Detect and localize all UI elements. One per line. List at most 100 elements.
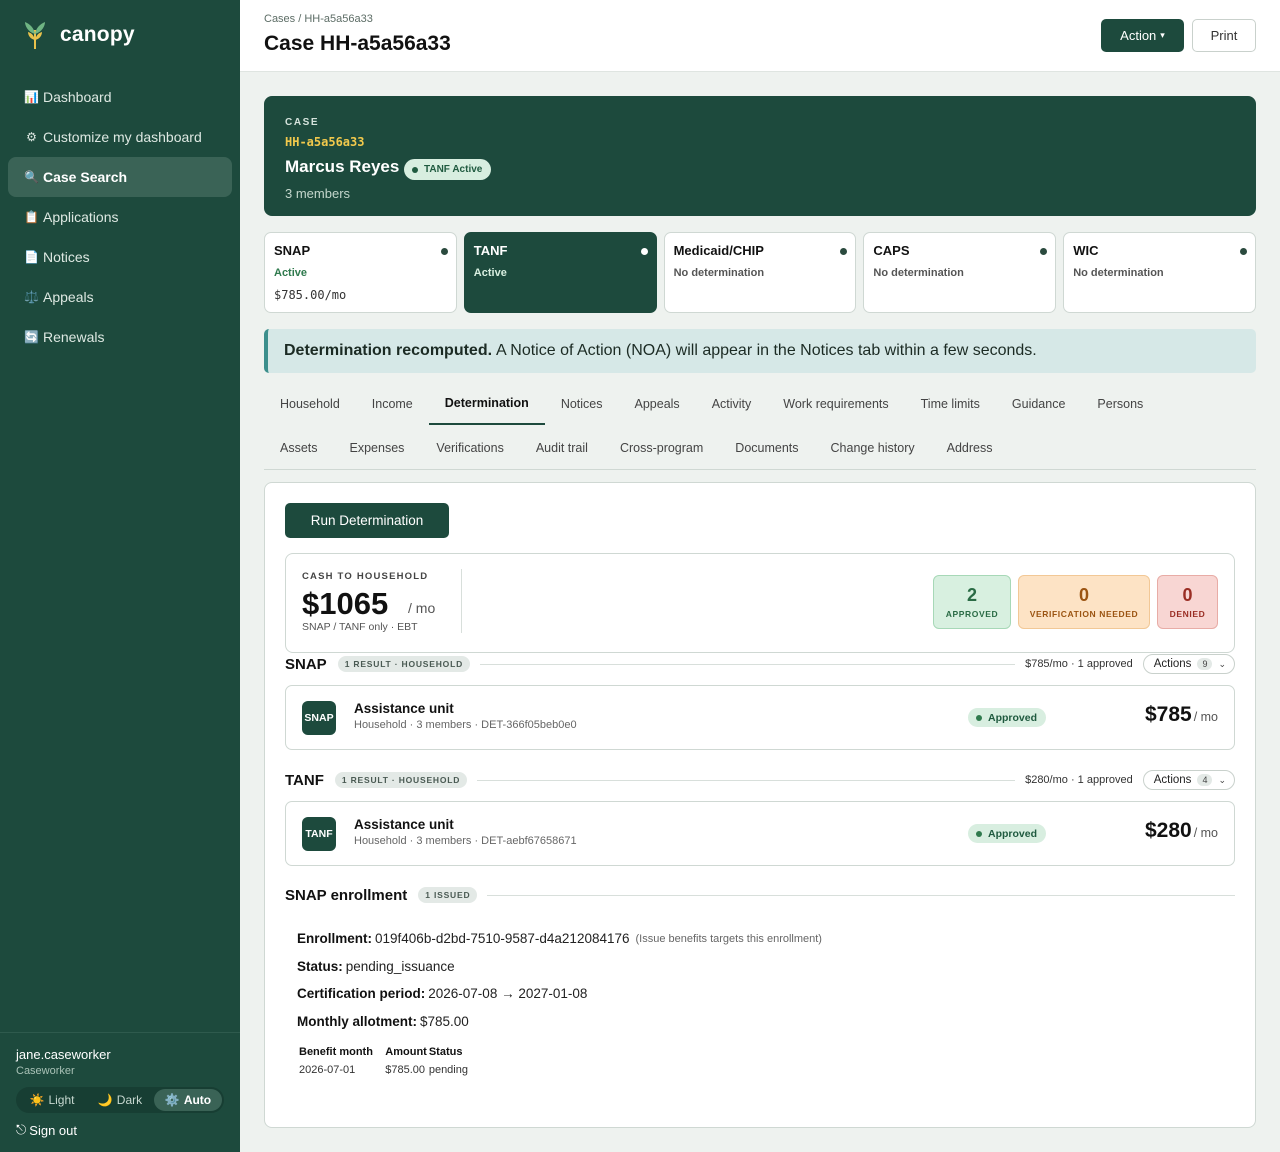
unit-amount-value: $785 (1144, 703, 1192, 726)
status-dot-icon (412, 166, 418, 173)
approved-stat: 2 APPROVED (933, 575, 1011, 629)
run-determination-button[interactable]: Run Determination (285, 503, 449, 538)
tab-documents[interactable]: Documents (719, 426, 814, 469)
table-header-row: Benefit month Amount Status (299, 1043, 470, 1061)
sidebar-item-renewals[interactable]: 🔄 Renewals (8, 317, 232, 357)
enrollment-hint: (Issue benefits targets this enrollment) (635, 932, 822, 945)
theme-light-button[interactable]: ☀️ Light (18, 1089, 86, 1111)
denied-stat: 0 DENIED (1157, 575, 1218, 629)
tab-work-requirements[interactable]: Work requirements (767, 382, 904, 425)
snap-assistance-unit[interactable]: SNAP Assistance unit Household · 3 membe… (285, 685, 1235, 750)
sidebar-item-applications[interactable]: 📋 Applications (8, 197, 232, 237)
certification-label: Certification period: (297, 986, 426, 1002)
section-title: SNAP enrollment (285, 886, 408, 904)
status-label: Status: (297, 958, 343, 974)
sign-out-label: Sign out (29, 1122, 77, 1138)
program-card-wic[interactable]: WIC No determination (1063, 232, 1256, 313)
search-icon: 🔍 (24, 170, 39, 184)
tanf-section-header: TANF 1 RESULT · HOUSEHOLD $280/mo · 1 ap… (285, 768, 1235, 792)
section-summary: $280/mo · 1 approved (1025, 774, 1133, 786)
tab-cross-program[interactable]: Cross-program (604, 426, 719, 469)
page-header: Cases / HH-a5a56a33 Case HH-a5a56a33 Act… (240, 0, 1280, 72)
summary-unit: / mo (408, 600, 436, 616)
sign-out-icon: ⎋ (16, 1122, 27, 1137)
sidebar-item-label: Customize my dashboard (43, 129, 202, 145)
scales-icon: ⚖️ (24, 290, 39, 304)
unit-title: Assistance unit (354, 701, 454, 716)
summary-label: CASH TO HOUSEHOLD (302, 571, 429, 582)
tab-verifications[interactable]: Verifications (420, 426, 519, 469)
tanf-actions-button[interactable]: Actions 4 ⌄ (1142, 770, 1235, 790)
tab-time-limits[interactable]: Time limits (905, 382, 996, 425)
tab-household[interactable]: Household (264, 382, 356, 425)
unit-subtitle: Household · 3 members · DET-366f05beb0e0 (354, 719, 577, 731)
sidebar-item-notices[interactable]: 📄 Notices (8, 237, 232, 277)
user-name: jane.caseworker (16, 1047, 111, 1062)
program-card-medicaid-chip[interactable]: Medicaid/CHIP No determination (663, 232, 857, 313)
tab-income[interactable]: Income (356, 382, 429, 425)
section-chip: 1 RESULT · HOUSEHOLD (337, 656, 471, 672)
approved-badge-label: Approved (988, 711, 1038, 724)
tab-expenses[interactable]: Expenses (334, 426, 421, 469)
sidebar-item-dashboard[interactable]: 📊 Dashboard (8, 77, 232, 117)
tab-audit-trail[interactable]: Audit trail (520, 426, 604, 469)
program-status: No determination (873, 267, 964, 279)
tab-change-history[interactable]: Change history (815, 426, 931, 469)
tab-persons[interactable]: Persons (1081, 382, 1159, 425)
action-menu-button[interactable]: Action ▾ (1101, 19, 1184, 52)
enrollment-id: 019f406b-d2bd-7510-9587-d4a212084176 (375, 931, 630, 947)
program-card-snap[interactable]: SNAP Active $785.00/mo (264, 232, 457, 313)
breadcrumb[interactable]: Cases / HH-a5a56a33 (264, 13, 373, 25)
benefit-table: Benefit month Amount Status 2026-07-01 $… (299, 1043, 470, 1079)
brand-name: canopy (60, 23, 135, 46)
tab-guidance[interactable]: Guidance (996, 382, 1082, 425)
sidebar-item-label: Dashboard (43, 89, 112, 105)
status-dot-icon (1239, 248, 1247, 255)
theme-toggle: ☀️ Light 🌙 Dark ⚙️ Auto (16, 1087, 224, 1113)
program-name: Medicaid/CHIP (673, 243, 764, 258)
sign-out-link[interactable]: ⎋ Sign out (16, 1122, 77, 1138)
verification-count: 0 (1078, 585, 1089, 605)
tab-appeals[interactable]: Appeals (619, 382, 696, 425)
theme-auto-button[interactable]: ⚙️ Auto (154, 1089, 222, 1111)
alert-title: Determination recomputed. (284, 342, 493, 359)
snap-section-header: SNAP 1 RESULT · HOUSEHOLD $785/mo · 1 ap… (285, 652, 1235, 676)
unit-amount: $785 / mo (1145, 703, 1218, 727)
determination-alert: Determination recomputed. A Notice of Ac… (264, 329, 1256, 373)
brand-logo[interactable]: canopy (22, 20, 135, 50)
status-row: Status: pending_issuance (297, 953, 1197, 981)
program-card-caps[interactable]: CAPS No determination (863, 232, 1057, 313)
theme-dark-label: Dark (116, 1093, 143, 1107)
approved-badge: Approved (968, 708, 1047, 727)
tab-notices[interactable]: Notices (545, 382, 619, 425)
theme-dark-button[interactable]: 🌙 Dark (86, 1089, 154, 1111)
sidebar-item-label: Renewals (43, 329, 105, 345)
tab-activity[interactable]: Activity (696, 382, 768, 425)
enrollment-label: Enrollment: (297, 931, 373, 947)
status-dot-icon (1040, 248, 1048, 255)
sidebar-item-case-search[interactable]: 🔍 Case Search (8, 157, 232, 197)
approved-count: 2 (966, 585, 977, 605)
allotment-row: Monthly allotment: $785.00 (297, 1008, 1197, 1036)
print-button[interactable]: Print (1192, 19, 1256, 52)
tanf-assistance-unit[interactable]: TANF Assistance unit Household · 3 membe… (285, 801, 1235, 866)
program-name: WIC (1073, 243, 1099, 258)
gear-icon: ⚙️ (164, 1093, 180, 1107)
tab-determination[interactable]: Determination (428, 382, 545, 425)
tanf-program-icon: TANF (302, 817, 336, 851)
snap-actions-button[interactable]: Actions 9 ⌄ (1142, 654, 1235, 674)
approved-badge: Approved (968, 824, 1047, 843)
tab-assets[interactable]: Assets (264, 426, 334, 469)
case-name: Marcus Reyes (285, 157, 400, 176)
program-card-tanf[interactable]: TANF Active (463, 232, 657, 313)
summary-amount: $1065 (302, 586, 389, 621)
case-members: 3 members (285, 186, 351, 201)
allotment-label: Monthly allotment: (297, 1013, 417, 1029)
sidebar-item-customize-dashboard[interactable]: ⚙ Customize my dashboard (8, 117, 232, 157)
unit-amount-value: $280 (1144, 819, 1192, 842)
sidebar-item-appeals[interactable]: ⚖️ Appeals (8, 277, 232, 317)
user-role: Caseworker (16, 1065, 75, 1077)
refresh-icon: 🔄 (24, 330, 39, 344)
tab-address[interactable]: Address (931, 426, 1009, 469)
program-cards: SNAP Active $785.00/mo TANF Active Medic… (264, 232, 1256, 313)
